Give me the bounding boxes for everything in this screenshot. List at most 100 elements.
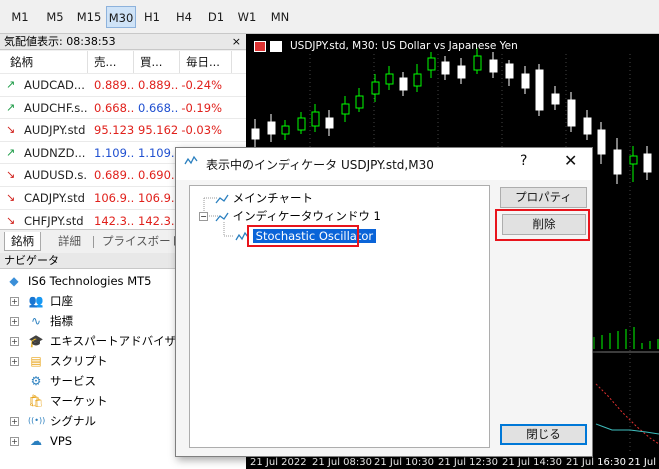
expand-icon[interactable]: + (10, 437, 19, 446)
timeframe-h1[interactable]: H1 (138, 6, 166, 28)
chart-title: USDJPY.std, M30: US Dollar vs Japanese Y… (290, 40, 518, 52)
daily-change-cell: -0.03% (181, 123, 222, 138)
ask-cell: 142.3... (138, 213, 178, 228)
candle-body (281, 125, 290, 135)
candle-body (251, 128, 260, 140)
candle-body (341, 103, 350, 115)
ask-cell: 0.690... (138, 168, 178, 183)
chart-line-icon (215, 194, 229, 203)
candle-body (535, 69, 544, 111)
arrow-down-icon: ↘ (6, 123, 16, 137)
time-axis-label: 21 Jul 08:30 (312, 457, 372, 468)
vps-icon: ☁ (30, 434, 42, 448)
close-icon[interactable]: ✕ (564, 151, 577, 170)
table-row[interactable]: ↘ AUDJPY.std 95.123 95.162 -0.03% (0, 118, 246, 141)
indicator-icon (184, 155, 198, 170)
collapse-icon[interactable]: − (199, 212, 208, 221)
timeframe-mn[interactable]: MN (265, 6, 295, 28)
arrow-down-icon: ↘ (6, 191, 16, 204)
close-icon[interactable]: × (232, 34, 241, 50)
market-watch-title-bar: 気配値表示: 08:38:53 × (0, 34, 246, 50)
navigator-item-label: スクリプト (50, 354, 108, 368)
signals-icon: ((•)) (28, 416, 46, 425)
expand-icon[interactable]: + (10, 337, 19, 346)
chart-header-icons (254, 41, 284, 53)
ask-cell: 106.9... (138, 191, 178, 205)
symbol-cell: AUDJPY.std (24, 123, 86, 138)
indicator-tree: メインチャート − インディケータウィンドウ 1 Stochastic Osci… (189, 185, 490, 448)
tree-item-indicator-window[interactable]: インディケータウィンドウ 1 (215, 208, 381, 224)
navigator-item-label: シグナル (50, 414, 96, 428)
timeframe-m15[interactable]: M15 (73, 6, 105, 28)
indicators-dialog: 表示中のインディケータ USDJPY.std,M30 ? ✕ メインチャート −… (175, 147, 593, 457)
timeframe-m1[interactable]: M1 (6, 6, 34, 28)
timeframe-d1[interactable]: D1 (202, 6, 230, 28)
bid-cell: 142.3... (94, 213, 134, 228)
candle-body (297, 117, 306, 131)
navigator-title: ナビゲータ (4, 254, 59, 267)
market-watch-title: 気配値表示: 08:38:53 (4, 35, 116, 48)
expand-icon[interactable]: + (10, 357, 19, 366)
candle-body (441, 61, 450, 75)
table-row[interactable]: ↗ AUDCAD... 0.889... 0.889... -0.24% (0, 73, 246, 96)
candle-body (267, 121, 276, 135)
daily-change-cell: -0.19% (181, 100, 222, 115)
properties-button[interactable]: プロパティ (500, 187, 587, 208)
time-axis-label: 21 Jul 12:30 (438, 457, 498, 468)
symbol-cell: CADJPY.std (24, 191, 85, 205)
time-axis-label: 21 Jul 2022 (250, 457, 307, 468)
candle-body (399, 77, 408, 91)
ask-cell: 95.162 (138, 123, 178, 138)
symbol-cell: AUDUSD.s... (24, 168, 88, 183)
timeframe-m5[interactable]: M5 (40, 6, 70, 28)
tree-item-main-chart[interactable]: メインチャート (215, 190, 313, 206)
column-header-symbol[interactable]: 銘柄 (0, 51, 88, 73)
time-axis-label: 21 Jul 1 (628, 457, 659, 468)
candle-body (629, 155, 638, 165)
candle-body (427, 57, 436, 71)
timeframe-h4[interactable]: H4 (170, 6, 198, 28)
candle-body (551, 93, 560, 105)
timeframe-w1[interactable]: W1 (233, 6, 261, 28)
scripts-icon: ▤ (30, 354, 42, 368)
daily-change-cell: -0.24% (181, 78, 222, 92)
stochastic-main-line (595, 423, 659, 435)
tab-details[interactable]: 詳細 (52, 232, 87, 251)
accounts-icon: 👥 (28, 294, 44, 308)
expand-icon[interactable]: + (10, 317, 19, 326)
tab-divider (93, 236, 94, 248)
time-axis-label: 21 Jul 16:30 (566, 457, 626, 468)
expand-icon[interactable]: + (10, 417, 19, 426)
close-button[interactable]: 閉じる (500, 424, 587, 445)
candle-body (489, 59, 498, 73)
timeframe-m30[interactable]: M30 (106, 6, 136, 28)
candle-body (643, 153, 652, 173)
table-row[interactable]: ↗ AUDCHF.s... 0.668... 0.668... -0.19% (0, 95, 246, 119)
arrow-up-icon: ↗ (6, 100, 16, 114)
platform-icon: ◆ (9, 274, 19, 288)
expand-icon[interactable]: + (10, 297, 19, 306)
navigator-root-label: IS6 Technologies MT5 (28, 274, 152, 288)
tab-symbols[interactable]: 銘柄 (4, 232, 41, 251)
candle-body (597, 129, 606, 155)
column-header-daily-change[interactable]: 毎日... (180, 51, 232, 73)
column-header-bid[interactable]: 売... (88, 51, 134, 73)
help-icon[interactable]: ? (520, 153, 527, 169)
candle-body (325, 117, 334, 129)
candle-body (457, 65, 466, 79)
ask-cell: 1.109... (138, 145, 178, 160)
timeframe-toolbar: M1 M5 M15 M30 H1 H4 D1 W1 MN (0, 0, 659, 34)
bid-cell: 0.668... (94, 100, 134, 115)
tree-item-indicator-window-label: インディケータウィンドウ 1 (232, 209, 381, 223)
delete-highlight-box (495, 209, 590, 241)
expert-advisors-icon: 🎓 (28, 334, 44, 348)
candle-body (413, 73, 422, 87)
time-axis-label: 21 Jul 10:30 (374, 457, 434, 468)
column-header-ask[interactable]: 買... (134, 51, 180, 73)
candle-body (473, 55, 482, 71)
bid-cell: 1.109... (94, 145, 134, 160)
navigator-item-label: VPS (50, 434, 73, 448)
candle-body (505, 63, 514, 79)
dialog-title: 表示中のインディケータ USDJPY.std,M30 (206, 158, 434, 172)
tree-item-main-chart-label: メインチャート (232, 191, 314, 205)
